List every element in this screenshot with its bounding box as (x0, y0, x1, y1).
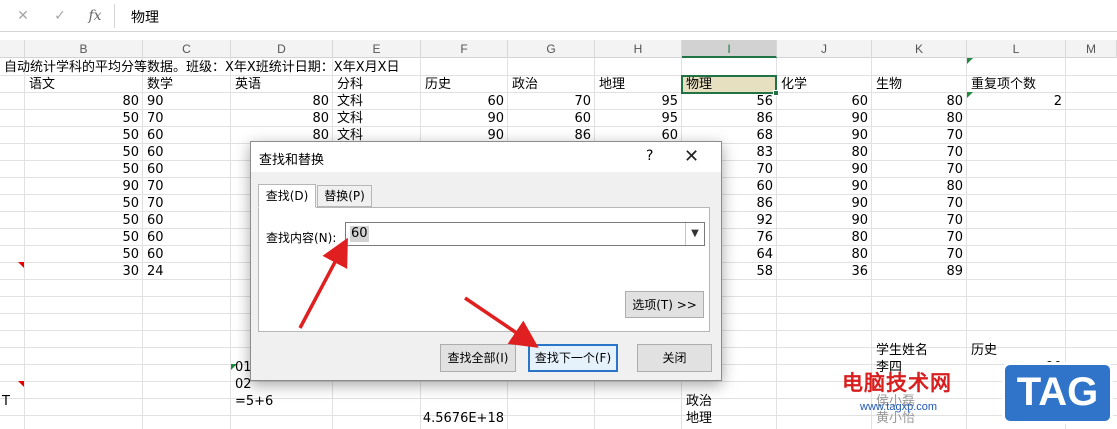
watermark: 电脑技术网 www.tagxp.com TAG (838, 360, 1117, 429)
watermark-text: 电脑技术网 (842, 371, 952, 395)
arrow-to-find-input (298, 237, 348, 329)
watermark-tag: TAG (1016, 370, 1099, 414)
arrow-to-find-next (464, 296, 539, 348)
watermark-url: www.tagxp.com (860, 401, 938, 413)
watermark-logo: TAG (1002, 362, 1113, 424)
tab-find[interactable]: 查找(D) (258, 184, 316, 208)
